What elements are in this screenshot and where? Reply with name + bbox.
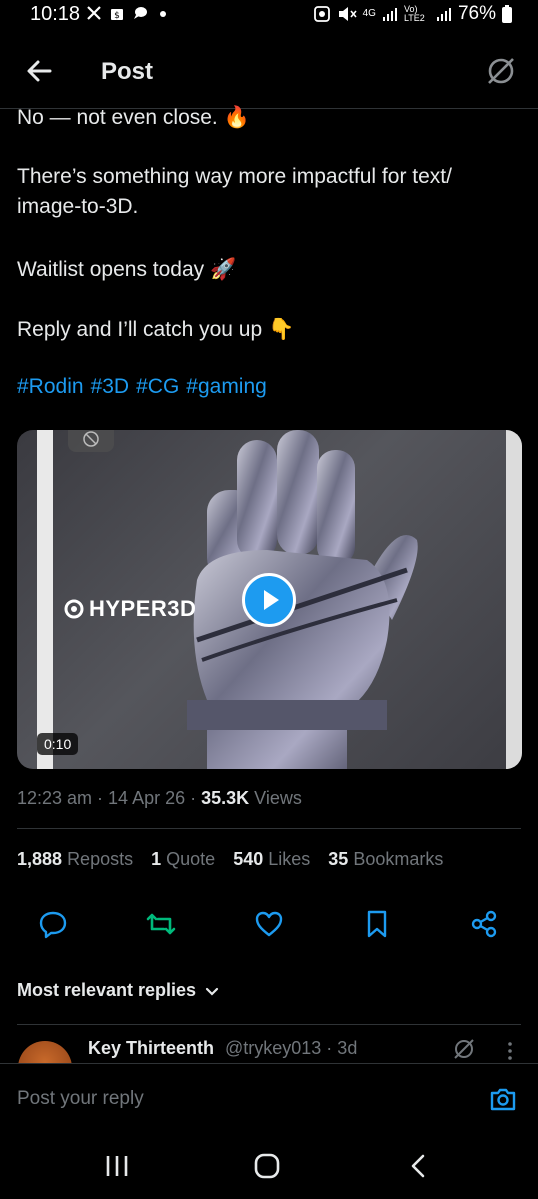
action-bar <box>0 905 538 945</box>
post-line-3: Waitlist opens today 🚀 <box>17 258 237 281</box>
grok-icon[interactable] <box>484 54 518 88</box>
notification-icons: $ <box>86 5 171 21</box>
bookmarks-stat[interactable]: 35 Bookmarks <box>328 849 443 870</box>
likes-stat[interactable]: 540 Likes <box>233 849 310 870</box>
avatar[interactable] <box>18 1041 72 1063</box>
video-player[interactable]: HYPER3D 0:10 <box>17 430 522 769</box>
hyper3d-logo-icon <box>64 599 84 619</box>
network-type: 4G <box>362 8 376 19</box>
reply-icon[interactable] <box>38 909 68 939</box>
hashtags: #Rodin #3D #CG #gaming <box>17 375 267 399</box>
svg-text:$: $ <box>114 11 120 21</box>
post-timestamp: 12:23 am · 14 Apr 26 · <box>17 788 202 808</box>
camera-icon[interactable] <box>488 1084 518 1114</box>
dot-icon <box>160 11 166 17</box>
hyper3d-logo: HYPER3D <box>63 596 196 622</box>
back-arrow-icon[interactable] <box>22 54 56 88</box>
reposts-stat[interactable]: 1,888 Reposts <box>17 849 133 870</box>
video-frame-left-edge <box>37 430 53 769</box>
top-app-bar: Post <box>0 40 538 109</box>
post-metadata: 12:23 am · 14 Apr 26 · 35.3K Views <box>17 788 302 809</box>
post-line-1: No — not even close. 🔥 <box>17 106 250 129</box>
play-icon <box>264 590 279 610</box>
views-label: Views <box>249 788 302 808</box>
engagement-stats: 1,888 Reposts 1 Quote 540 Likes 35 Bookm… <box>17 849 443 870</box>
views-count: 35.3K <box>201 788 250 808</box>
hashtag-gaming[interactable]: #gaming <box>186 375 267 399</box>
quotes-label: Quote <box>166 849 216 869</box>
chevron-down-icon <box>205 987 219 996</box>
reply-author-name[interactable]: Key Thirteenth <box>88 1038 214 1059</box>
page-title: Post <box>101 58 154 85</box>
reply-input[interactable]: Post your reply <box>17 1088 144 1110</box>
home-icon[interactable] <box>253 1152 281 1180</box>
likes-label: Likes <box>268 849 311 869</box>
reply-sort-label: Most relevant replies <box>17 980 197 1000</box>
bookmarks-label: Bookmarks <box>353 849 444 869</box>
bookmark-icon[interactable] <box>362 909 392 939</box>
system-indicators: 4G Vo) LTE2 76% <box>313 3 512 25</box>
status-bar: 10:18 $ 4G Vo) LTE2 76% <box>0 0 538 34</box>
system-navigation-bar <box>0 1130 538 1199</box>
mute-icon <box>338 7 357 21</box>
reply-author-handle: @trykey013 · 3d <box>225 1038 358 1058</box>
hashtag-cg[interactable]: #CG <box>136 375 179 399</box>
lte-indicator: Vo) LTE2 <box>403 4 425 23</box>
video-duration: 0:10 <box>37 733 79 755</box>
play-button[interactable] <box>242 573 296 627</box>
hashtag-rodin[interactable]: #Rodin <box>17 375 84 399</box>
alarm-icon <box>313 6 330 22</box>
more-options-icon[interactable] <box>500 1039 520 1063</box>
reply-item[interactable]: Key Thirteenth @trykey013 · 3d <box>0 1025 538 1063</box>
reposts-count: 1,888 <box>17 849 63 869</box>
bookmarks-count: 35 <box>328 849 349 869</box>
recent-apps-icon[interactable] <box>103 1152 131 1180</box>
signal-icon-2 <box>436 8 451 21</box>
x-app-icon <box>87 6 101 20</box>
video-frame-right-edge <box>506 430 522 769</box>
chat-bubble-icon <box>134 7 147 19</box>
shopping-icon: $ <box>111 9 123 21</box>
back-nav-icon[interactable] <box>405 1152 433 1180</box>
likes-count: 540 <box>233 849 264 869</box>
like-icon[interactable] <box>254 909 284 939</box>
hashtag-3d[interactable]: #3D <box>91 375 130 399</box>
post-line-2: There’s something way more impactful for… <box>17 165 452 218</box>
reply-composer[interactable]: Post your reply <box>0 1063 538 1130</box>
repost-icon[interactable] <box>146 909 176 939</box>
video-overlay-button[interactable] <box>68 430 114 452</box>
signal-icon <box>382 8 397 21</box>
share-icon[interactable] <box>469 909 499 939</box>
brand-text: HYPER3D <box>89 596 197 621</box>
mute-toggle-icon <box>83 431 99 447</box>
divider <box>17 828 521 829</box>
grok-icon[interactable] <box>452 1037 476 1061</box>
reply-sort-dropdown[interactable]: Most relevant replies <box>17 980 220 1001</box>
reposts-label: Reposts <box>67 849 134 869</box>
quotes-count: 1 <box>151 849 162 869</box>
quotes-stat[interactable]: 1 Quote <box>151 849 215 870</box>
battery-icon <box>502 5 512 23</box>
battery-percent: 76% <box>457 3 496 24</box>
post-line-4: Reply and I’ll catch you up 👇 <box>17 318 295 341</box>
status-time: 10:18 <box>30 3 81 25</box>
